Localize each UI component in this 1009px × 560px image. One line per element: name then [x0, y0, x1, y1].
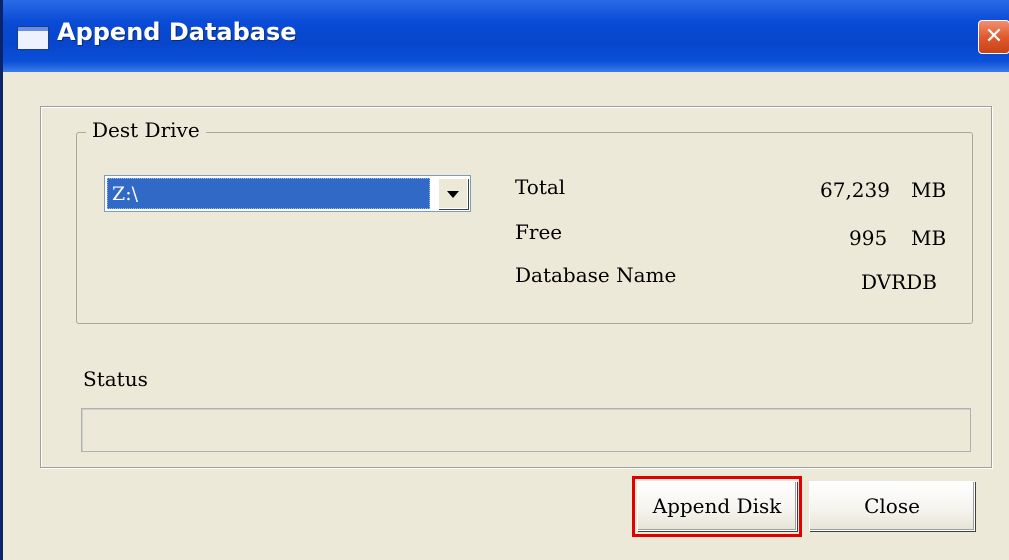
drive-select[interactable]: Z:\: [104, 175, 471, 212]
chevron-down-icon[interactable]: [438, 178, 468, 209]
status-field: [81, 408, 971, 452]
close-button[interactable]: Close: [809, 481, 975, 531]
append-disk-highlight: [632, 476, 802, 537]
total-unit: MB: [911, 178, 947, 202]
drive-select-value: Z:\: [107, 178, 430, 209]
total-value: 67,239: [820, 178, 890, 202]
database-name-value: DVRDB: [861, 270, 937, 294]
close-icon[interactable]: ✕: [978, 20, 1009, 54]
title-bar[interactable]: Append Database ✕: [3, 0, 1009, 72]
append-database-dialog: Append Database ✕ Dest Drive Z:\ Total 6…: [0, 0, 1009, 560]
database-name-label: Database Name: [515, 263, 677, 287]
free-unit: MB: [911, 226, 947, 250]
total-label: Total: [515, 175, 566, 199]
window-icon: [17, 26, 49, 50]
free-value: 995: [849, 226, 888, 250]
free-label: Free: [515, 220, 563, 244]
window-title: Append Database: [57, 18, 297, 46]
dest-drive-label: Dest Drive: [86, 118, 206, 142]
status-label: Status: [83, 367, 148, 391]
